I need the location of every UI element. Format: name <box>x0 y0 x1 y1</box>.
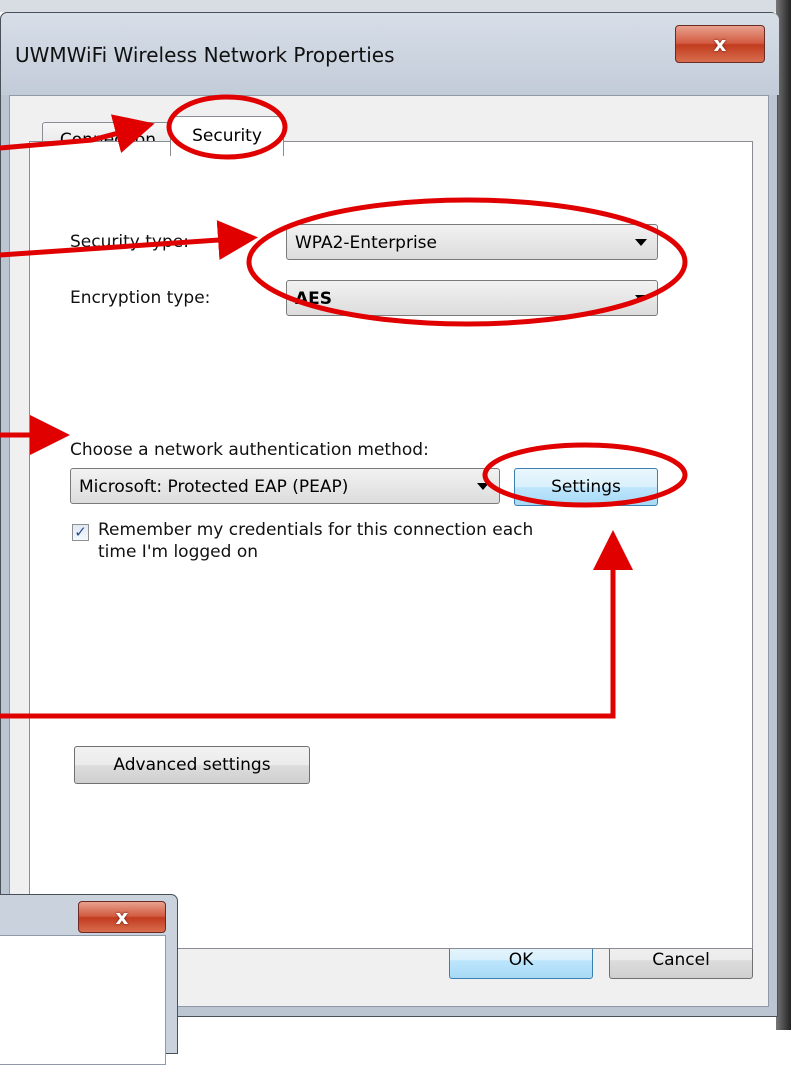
background-strip <box>0 0 778 12</box>
dropdown-arrow-icon <box>635 295 647 302</box>
properties-window: UWMWiFi Wireless Network Properties x Co… <box>0 12 779 1017</box>
settings-button[interactable]: Settings <box>514 468 658 506</box>
close-button[interactable]: x <box>675 25 765 63</box>
window-title: UWMWiFi Wireless Network Properties <box>15 43 395 67</box>
background-window-client <box>0 935 166 1065</box>
security-type-label: Security type: <box>70 232 189 252</box>
tab-security-label: Security <box>192 126 262 146</box>
security-type-value: WPA2-Enterprise <box>295 233 438 253</box>
auth-method-value: Microsoft: Protected EAP (PEAP) <box>79 477 349 497</box>
tab-security[interactable]: Security <box>170 116 284 156</box>
security-tab-panel: Security type: WPA2-Enterprise Encryptio… <box>29 141 753 949</box>
dropdown-arrow-icon <box>635 239 647 246</box>
encryption-type-dropdown[interactable]: AES <box>286 280 658 316</box>
auth-method-dropdown[interactable]: Microsoft: Protected EAP (PEAP) <box>70 468 500 504</box>
background-close-button[interactable]: x <box>78 901 166 933</box>
close-icon: x <box>713 32 727 56</box>
advanced-settings-button[interactable]: Advanced settings <box>74 746 310 784</box>
remember-credentials-line2: time I'm logged on <box>98 542 258 562</box>
dropdown-arrow-icon <box>477 483 489 490</box>
background-window: x <box>0 894 178 1065</box>
auth-method-label: Choose a network authentication method: <box>70 440 429 460</box>
remember-credentials-checkbox[interactable]: ✓ <box>72 524 89 541</box>
security-type-dropdown[interactable]: WPA2-Enterprise <box>286 224 658 260</box>
remember-credentials-line1: Remember my credentials for this connect… <box>98 520 534 540</box>
encryption-type-label: Encryption type: <box>70 288 211 308</box>
encryption-type-value: AES <box>295 289 333 309</box>
close-icon: x <box>115 905 129 929</box>
checkmark-icon: ✓ <box>74 523 87 541</box>
title-bar: UWMWiFi Wireless Network Properties x <box>1 13 779 95</box>
window-edge-shadow <box>776 0 791 1030</box>
